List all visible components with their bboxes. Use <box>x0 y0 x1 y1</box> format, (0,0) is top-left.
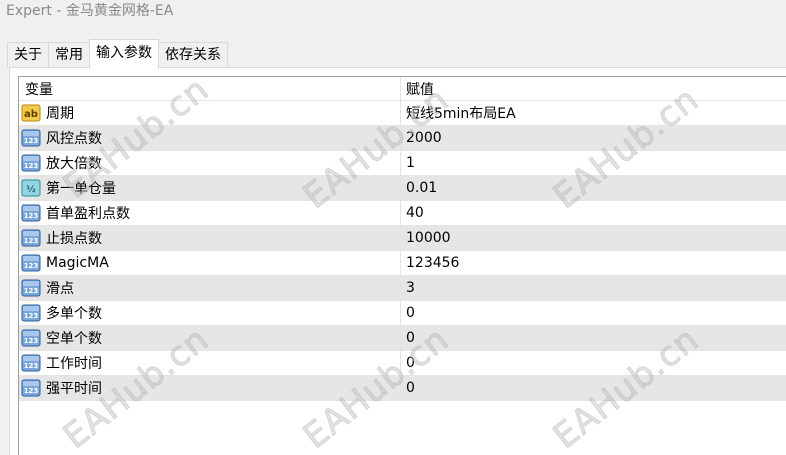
variable-value: 0 <box>406 355 415 371</box>
variable-cell: 123 空单个数 <box>19 326 401 350</box>
tab-dependencies[interactable]: 依存关系 <box>158 42 228 68</box>
variable-name: 第一单仓量 <box>46 181 116 197</box>
integer-123-icon: 123 <box>21 304 41 322</box>
variable-value: 0 <box>406 380 415 396</box>
value-cell[interactable]: 2000 <box>401 126 786 150</box>
integer-123-icon: 123 <box>21 204 41 222</box>
variable-cell: 123 多单个数 <box>19 301 401 325</box>
svg-text:123: 123 <box>24 362 39 370</box>
variable-value: 0 <box>406 305 415 321</box>
value-cell[interactable]: 10000 <box>401 226 786 250</box>
variable-value: 0.01 <box>406 180 438 196</box>
variable-name: 多单个数 <box>46 306 102 322</box>
window-title: Expert - 金马黄金网格-EA <box>0 0 786 26</box>
value-cell[interactable]: 40 <box>401 201 786 225</box>
variable-cell: 123 放大倍数 <box>19 151 401 175</box>
svg-text:123: 123 <box>24 162 39 170</box>
svg-text:½: ½ <box>26 184 35 195</box>
table-row[interactable]: 123 强平时间 0 <box>19 376 786 401</box>
value-cell[interactable]: 0.01 <box>401 176 786 200</box>
table-row[interactable]: ab 周期 短线5min布局EA <box>19 101 786 126</box>
string-ab-icon: ab <box>21 104 41 122</box>
integer-123-icon: 123 <box>21 254 41 272</box>
table-header: 变量 赋值 <box>19 77 786 101</box>
table-row[interactable]: 123 放大倍数 1 <box>19 151 786 176</box>
table-row[interactable]: 123 工作时间 0 <box>19 351 786 376</box>
variable-name: 强平时间 <box>46 381 102 397</box>
tab-panel: 变量 赋值 ab 周期 短线5min布局EA 123 风控点数 2000 123… <box>9 67 786 455</box>
variable-cell: 123 滑点 <box>19 276 401 300</box>
value-cell[interactable]: 0 <box>401 326 786 350</box>
svg-text:123: 123 <box>24 212 39 220</box>
value-cell[interactable]: 123456 <box>401 251 786 275</box>
variable-value: 2000 <box>406 130 442 146</box>
variable-cell: 123 首单盈利点数 <box>19 201 401 225</box>
variable-cell: 123 强平时间 <box>19 376 401 400</box>
table-row[interactable]: 123 多单个数 0 <box>19 301 786 326</box>
variable-value: 10000 <box>406 230 451 246</box>
svg-text:123: 123 <box>24 137 39 145</box>
variable-cell: 123 风控点数 <box>19 126 401 150</box>
column-header-variable-label: 变量 <box>25 81 53 98</box>
variable-value: 40 <box>406 205 424 221</box>
column-header-value-label: 赋值 <box>406 81 434 98</box>
table-row[interactable]: 123 首单盈利点数 40 <box>19 201 786 226</box>
variable-name: 止损点数 <box>46 231 102 247</box>
tab-common[interactable]: 常用 <box>48 42 90 68</box>
value-cell[interactable]: 短线5min布局EA <box>401 101 786 125</box>
value-cell[interactable]: 0 <box>401 351 786 375</box>
table-row[interactable]: 123 空单个数 0 <box>19 326 786 351</box>
variable-value: 123456 <box>406 255 460 271</box>
variable-name: 放大倍数 <box>46 156 102 172</box>
value-cell[interactable]: 1 <box>401 151 786 175</box>
integer-123-icon: 123 <box>21 379 41 397</box>
integer-123-icon: 123 <box>21 129 41 147</box>
tab-inputs[interactable]: 输入参数 <box>89 39 159 69</box>
variable-value: 短线5min布局EA <box>406 106 516 122</box>
integer-123-icon: 123 <box>21 229 41 247</box>
table-row[interactable]: 123 止损点数 10000 <box>19 226 786 251</box>
variable-name: 风控点数 <box>46 131 102 147</box>
svg-text:123: 123 <box>24 287 39 295</box>
integer-123-icon: 123 <box>21 354 41 372</box>
table-row[interactable]: 123 MagicMA 123456 <box>19 251 786 276</box>
tab-about[interactable]: 关于 <box>7 42 49 68</box>
integer-123-icon: 123 <box>21 279 41 297</box>
input-parameters-table: 变量 赋值 ab 周期 短线5min布局EA 123 风控点数 2000 123… <box>18 76 786 455</box>
value-cell[interactable]: 3 <box>401 276 786 300</box>
table-row[interactable]: ½ 第一单仓量 0.01 <box>19 176 786 201</box>
variable-cell: 123 止损点数 <box>19 226 401 250</box>
value-cell[interactable]: 0 <box>401 301 786 325</box>
variable-name: 工作时间 <box>46 356 102 372</box>
svg-text:123: 123 <box>24 387 39 395</box>
variable-name: 周期 <box>46 106 74 122</box>
double-half-icon: ½ <box>21 179 41 197</box>
variable-name: 空单个数 <box>46 331 102 347</box>
value-cell[interactable]: 0 <box>401 376 786 400</box>
variable-name: MagicMA <box>46 255 109 271</box>
table-row[interactable]: 123 风控点数 2000 <box>19 126 786 151</box>
column-header-variable[interactable]: 变量 <box>19 77 401 100</box>
variable-name: 首单盈利点数 <box>46 206 130 222</box>
integer-123-icon: 123 <box>21 154 41 172</box>
svg-text:123: 123 <box>24 312 39 320</box>
svg-text:123: 123 <box>24 237 39 245</box>
integer-123-icon: 123 <box>21 329 41 347</box>
variable-name: 滑点 <box>46 281 74 297</box>
tab-bar: 关于 常用 输入参数 依存关系 <box>7 39 228 69</box>
svg-text:123: 123 <box>24 262 39 270</box>
svg-text:ab: ab <box>24 109 38 120</box>
variable-cell: ½ 第一单仓量 <box>19 176 401 200</box>
variable-value: 1 <box>406 155 415 171</box>
svg-text:123: 123 <box>24 337 39 345</box>
variable-cell: 123 MagicMA <box>19 251 401 275</box>
column-header-value[interactable]: 赋值 <box>401 77 786 100</box>
table-row[interactable]: 123 滑点 3 <box>19 276 786 301</box>
variable-value: 0 <box>406 330 415 346</box>
variable-cell: 123 工作时间 <box>19 351 401 375</box>
variable-cell: ab 周期 <box>19 101 401 125</box>
variable-value: 3 <box>406 280 415 296</box>
